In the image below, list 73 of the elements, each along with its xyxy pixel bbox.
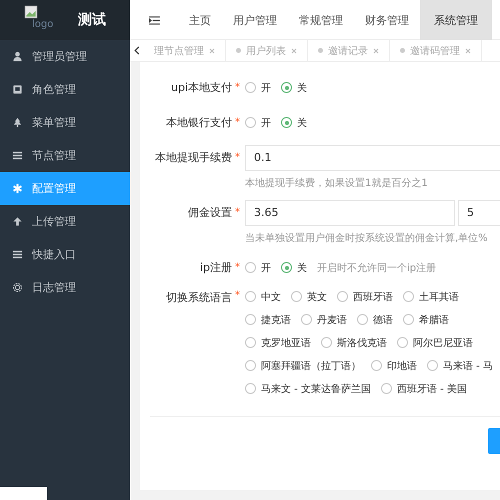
list-icon (12, 249, 23, 260)
close-icon[interactable] (291, 48, 297, 54)
footer-panel (0, 487, 47, 500)
nav-tab[interactable]: 用户管理 (222, 0, 288, 40)
radio-option[interactable]: 西班牙语 - 美国 (380, 382, 467, 396)
radio-option[interactable]: 开 (245, 260, 271, 274)
radio-option[interactable]: 土耳其语 (403, 290, 459, 304)
help-text: 当未单独设置用户佣金时按系统设置的佣金计算,单位% (244, 232, 489, 246)
text-field[interactable]: 0.1 (245, 144, 500, 170)
field-label: 本地银行支付 (165, 115, 233, 130)
text-field[interactable]: 3.65 (245, 200, 455, 226)
tab-label: 邀请码管理 (410, 44, 460, 58)
sidebar-item[interactable]: 快捷入口 (0, 238, 130, 271)
sidebar-item[interactable]: 角色管理 (0, 73, 130, 106)
radio-option[interactable]: 西班牙语 (337, 290, 393, 304)
field-label: 本地提现手续费 (154, 150, 233, 165)
required-mark: * (235, 82, 241, 93)
tab-label: 理节点管理 (154, 44, 204, 58)
radio-option[interactable]: 关 (281, 80, 307, 94)
sidebar-item[interactable]: 节点管理 (0, 139, 130, 172)
tree-icon (12, 117, 23, 128)
nav-tab[interactable]: 主页 (178, 0, 222, 40)
field-label: upi本地支付 (170, 80, 233, 95)
required-mark: * (235, 117, 241, 128)
sidebar-item[interactable]: 管理员管理 (0, 40, 130, 73)
logo-alt-text: logo (32, 19, 54, 30)
tab-label: 用户列表 (246, 44, 286, 58)
nav-tab[interactable]: 常规管理 (288, 0, 354, 40)
user-icon (12, 51, 23, 62)
radio-option[interactable]: 丹麦语 (301, 312, 347, 326)
gear-icon (12, 282, 23, 293)
list-icon (12, 150, 23, 161)
required-mark: * (235, 289, 241, 301)
field-label: 切换系统语言 (165, 290, 233, 305)
nav-tab[interactable]: 系统管理 (420, 0, 492, 40)
tab-label: 邀请记录 (328, 44, 368, 58)
radio-option[interactable]: 希腊语 (403, 312, 449, 326)
app-title: 测试 (78, 11, 106, 29)
radio-option[interactable]: 开 (245, 116, 271, 130)
radio-option[interactable]: 英文 (291, 290, 327, 304)
required-mark: * (235, 152, 241, 163)
sidebar-item[interactable]: 日志管理 (0, 271, 130, 304)
sidebar-item[interactable]: 菜单管理 (0, 106, 130, 139)
radio-option[interactable]: 关 (281, 116, 307, 130)
required-mark: * (235, 262, 241, 273)
radio-option[interactable]: 阿塞拜疆语（拉丁语） (245, 358, 361, 372)
text-field[interactable]: 5 (458, 200, 500, 226)
radio-option[interactable]: 德语 (357, 312, 393, 326)
required-mark: * (235, 207, 241, 218)
square-icon (12, 84, 23, 95)
radio-option[interactable]: 中文 (245, 290, 281, 304)
sidebar-item[interactable]: 上传管理 (0, 205, 130, 238)
close-icon[interactable] (373, 48, 379, 54)
radio-option[interactable]: 马来文 - 文莱达鲁萨兰国 (245, 382, 371, 396)
radio-option[interactable]: 开 (245, 80, 271, 94)
field-label: ip注册 (198, 260, 233, 275)
help-text: 本地提现手续费，如果设置1就是百分之1 (244, 176, 429, 191)
radio-option[interactable]: 马来语 - 马 (427, 358, 493, 372)
field-label: 佣金设置 (187, 205, 233, 220)
menu-icon[interactable] (148, 16, 160, 24)
broken-image-icon (24, 5, 38, 19)
radio-option[interactable]: 克罗地亚语 (245, 336, 311, 350)
nav-tab[interactable]: 财务管理 (354, 0, 420, 40)
close-icon[interactable] (209, 48, 215, 54)
asterisk-icon (12, 183, 23, 194)
radio-option[interactable]: 阿尔巴尼亚语 (397, 336, 473, 350)
radio-option[interactable]: 印地语 (371, 358, 417, 372)
close-icon[interactable] (465, 48, 471, 54)
hint-text: 开启时不允许同一个ip注册 (317, 262, 436, 274)
radio-option[interactable]: 关 (281, 260, 307, 274)
radio-option[interactable]: 捷克语 (245, 312, 291, 326)
up-arrow-icon (12, 216, 23, 227)
radio-option[interactable]: 斯洛伐克语 (321, 336, 387, 350)
